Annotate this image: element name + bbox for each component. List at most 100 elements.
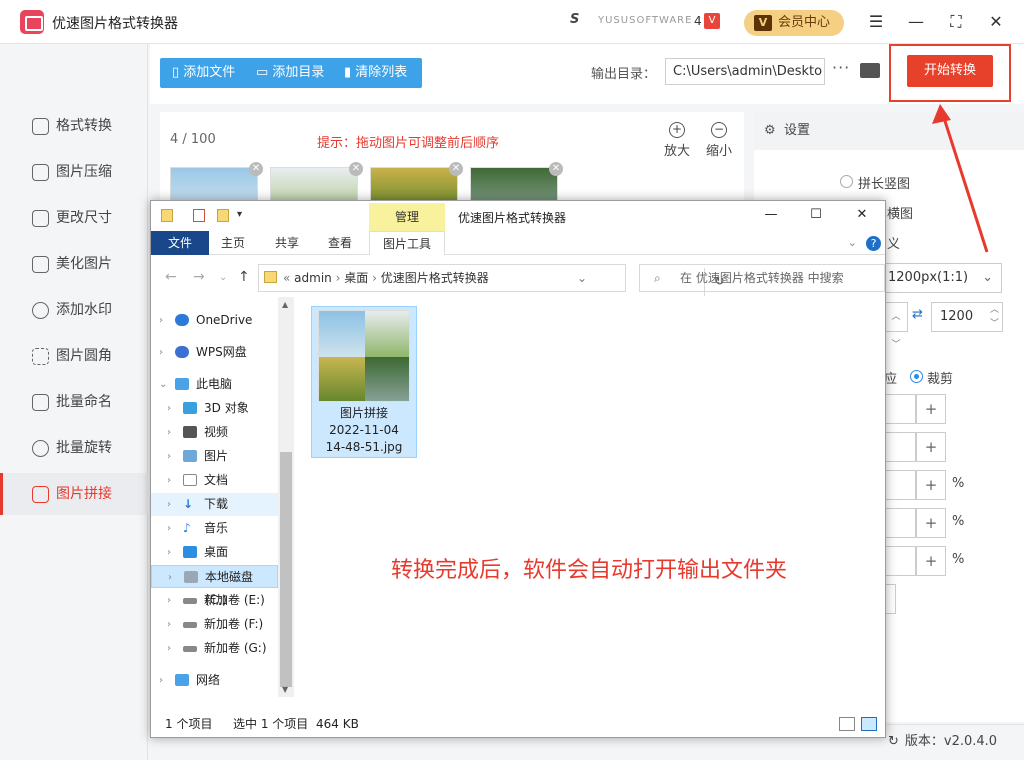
open-folder-icon[interactable]: [860, 63, 880, 78]
tree-item-local-disk-c[interactable]: › 本地磁盘 (C:): [151, 565, 278, 607]
explorer-minimize-icon[interactable]: —: [763, 207, 779, 223]
value-input[interactable]: [884, 546, 916, 576]
manage-tab[interactable]: 管理: [369, 203, 445, 231]
radio-vertical[interactable]: [840, 175, 853, 188]
minimize-icon[interactable]: —: [906, 12, 926, 32]
sidebar-item-watermark[interactable]: 添加水印: [0, 289, 148, 331]
width-stepper[interactable]: ︿ ﹀: [884, 302, 908, 350]
option-vertical-label: 拼长竖图: [858, 177, 911, 192]
zoom-out-button[interactable]: − 缩小: [701, 122, 737, 159]
address-dropdown-icon[interactable]: ⌄: [577, 265, 587, 291]
file-item[interactable]: 图片拼接 2022-11-04 14-48-51.jpg: [311, 306, 417, 458]
help-icon[interactable]: ?: [866, 236, 881, 251]
height-input[interactable]: 1200 ︿ ﹀: [931, 302, 1003, 332]
forward-icon[interactable]: →: [193, 269, 205, 285]
sidebar-item-label: 图片压缩: [56, 164, 112, 180]
sidebar-item-compress[interactable]: 图片压缩: [0, 151, 148, 193]
more-options-button[interactable]: ···: [832, 58, 850, 77]
vip-center-button[interactable]: V 会员中心: [744, 10, 844, 36]
remove-icon[interactable]: ✕: [249, 162, 263, 176]
size-select[interactable]: 1200px(1:1) ⌄: [884, 263, 1002, 293]
tree-item-pictures[interactable]: › 图片: [151, 445, 291, 468]
tree-scrollbar[interactable]: ▲ ▼: [278, 297, 294, 697]
radio-crop[interactable]: [910, 370, 923, 383]
breadcrumb-app-folder[interactable]: 优速图片格式转换器: [381, 271, 489, 285]
plus-button[interactable]: +: [916, 546, 946, 576]
tab-share[interactable]: 共享: [275, 231, 299, 255]
up-icon[interactable]: ↑: [238, 269, 250, 285]
tree-item-onedrive[interactable]: › OneDrive: [151, 309, 291, 332]
address-bar[interactable]: « admin › 桌面 › 优速图片格式转换器 ⌄ ↻: [258, 264, 725, 296]
remove-icon[interactable]: ✕: [449, 162, 463, 176]
sidebar-item-rename[interactable]: 批量命名: [0, 381, 148, 423]
explorer-maximize-icon[interactable]: ☐: [808, 207, 824, 223]
tree-item-music[interactable]: › ♪ 音乐: [151, 517, 291, 540]
tree-item-volume-g[interactable]: › 新加卷 (G:): [151, 637, 291, 660]
scroll-up-icon[interactable]: ▲: [282, 300, 288, 309]
close-icon[interactable]: ✕: [986, 12, 1006, 32]
tab-view[interactable]: 查看: [328, 231, 352, 255]
tree-item-network[interactable]: › 网络: [151, 669, 291, 692]
search-input[interactable]: ⌕ 在 优速图片格式转换器 中搜索: [639, 264, 885, 292]
menu-icon[interactable]: ☰: [866, 12, 886, 32]
plus-button[interactable]: +: [916, 508, 946, 538]
large-icons-view-icon[interactable]: [861, 717, 877, 731]
properties-icon[interactable]: [193, 209, 205, 222]
tree-item-downloads[interactable]: › ↓ 下载: [151, 493, 291, 516]
recent-dropdown-icon[interactable]: ⌄: [219, 272, 227, 283]
tree-item-3d-objects[interactable]: › 3D 对象: [151, 397, 291, 420]
value-input[interactable]: [884, 432, 916, 462]
ribbon-expand-icon[interactable]: ⌄: [848, 236, 857, 249]
tree-item-this-pc[interactable]: ⌄ 此电脑: [151, 373, 291, 396]
details-view-icon[interactable]: [839, 717, 855, 731]
plus-button[interactable]: +: [916, 432, 946, 462]
tree-item-desktop[interactable]: › 桌面: [151, 541, 291, 564]
value-input[interactable]: [884, 470, 916, 500]
sidebar-item-beautify[interactable]: 美化图片: [0, 243, 148, 285]
tree-item-videos[interactable]: › 视频: [151, 421, 291, 444]
remove-icon[interactable]: ✕: [549, 162, 563, 176]
sidebar-item-label: 美化图片: [56, 256, 112, 272]
explorer-close-icon[interactable]: ✕: [854, 207, 870, 223]
back-icon[interactable]: ←: [165, 269, 177, 285]
value-input[interactable]: [884, 508, 916, 538]
new-folder-icon[interactable]: [217, 209, 229, 222]
tree-item-volume-e[interactable]: › 新加卷 (E:): [151, 589, 291, 612]
sidebar-item-label: 图片圆角: [56, 348, 112, 364]
scrollbar-thumb[interactable]: [280, 452, 292, 687]
tree-item-documents[interactable]: › 文档: [151, 469, 291, 492]
output-dir-input[interactable]: C:\Users\admin\Deskto: [665, 58, 825, 85]
plus-button[interactable]: +: [916, 394, 946, 424]
add-folder-button[interactable]: ▭ 添加目录: [256, 58, 324, 88]
add-file-button[interactable]: ▯ 添加文件: [172, 58, 235, 88]
sidebar-item-stitch[interactable]: 图片拼接: [0, 473, 148, 515]
sidebar-item-resize[interactable]: 更改尺寸: [0, 197, 148, 239]
tree-label: 音乐: [204, 521, 229, 535]
tab-home[interactable]: 主页: [221, 231, 245, 255]
zoom-in-button[interactable]: + 放大: [659, 122, 695, 159]
quick-access-dropdown-icon[interactable]: ▾: [237, 209, 242, 220]
tree-label: 网络: [196, 673, 221, 687]
version-info[interactable]: ↻ 版本：v2.0.4.0: [888, 730, 997, 749]
tree-label: 此电脑: [196, 377, 233, 391]
sidebar-item-rotate[interactable]: 批量旋转: [0, 427, 148, 469]
rename-icon: [32, 394, 49, 411]
sidebar-item-round-corner[interactable]: 图片圆角: [0, 335, 148, 377]
clear-list-button[interactable]: ▮ 清除列表: [344, 58, 407, 88]
scroll-down-icon[interactable]: ▼: [282, 685, 288, 694]
plus-button[interactable]: +: [916, 470, 946, 500]
value-input[interactable]: [884, 394, 916, 424]
tab-picture-tools[interactable]: 图片工具: [369, 231, 445, 255]
breadcrumb-desktop[interactable]: 桌面: [344, 271, 368, 285]
maximize-icon[interactable]: ⛶: [946, 12, 966, 32]
swap-icon[interactable]: ⇄: [912, 307, 923, 322]
tree-item-volume-f[interactable]: › 新加卷 (F:): [151, 613, 291, 636]
tree-item-wps[interactable]: › WPS网盘: [151, 341, 291, 364]
drive-icon: [183, 598, 197, 604]
tree-label: 下载: [204, 497, 229, 511]
breadcrumb-admin[interactable]: admin: [294, 271, 332, 285]
sidebar-item-format-convert[interactable]: 格式转换: [0, 105, 148, 147]
remove-icon[interactable]: ✕: [349, 162, 363, 176]
sidebar-item-label: 批量旋转: [56, 440, 112, 456]
tab-file[interactable]: 文件: [151, 231, 209, 255]
